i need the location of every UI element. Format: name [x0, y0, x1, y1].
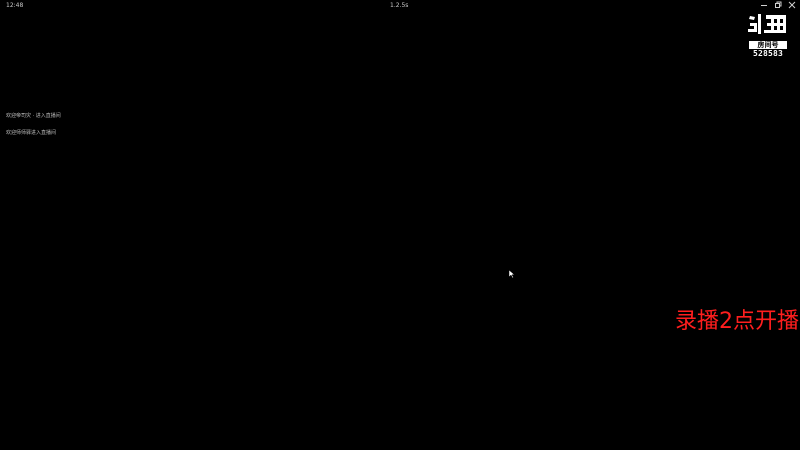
window-title: 1.2.5s [390, 2, 409, 9]
minimize-icon[interactable] [760, 1, 768, 9]
close-icon[interactable] [788, 1, 796, 9]
stream-screen: 12:48 1.2.5s 房间号 528583 欢迎帝司灾 · 进入直播间 欢迎… [0, 0, 800, 450]
chat-message: 欢迎帝司灾 · 进入直播间 [6, 113, 61, 119]
clock-text: 12:48 [6, 2, 24, 9]
douyu-watermark: 房间号 528583 [746, 12, 790, 59]
room-number: 528583 [752, 49, 784, 58]
chat-message: 欢迎师师驿进入直播间 [6, 130, 57, 136]
mouse-cursor-icon [509, 270, 515, 278]
window-titlebar: 12:48 1.2.5s [0, 0, 800, 12]
restore-icon[interactable] [774, 1, 782, 9]
room-label: 房间号 [749, 41, 787, 49]
window-controls [760, 1, 796, 9]
douyu-logo [748, 14, 786, 34]
broadcast-banner: 录播2点开播 [675, 309, 799, 334]
